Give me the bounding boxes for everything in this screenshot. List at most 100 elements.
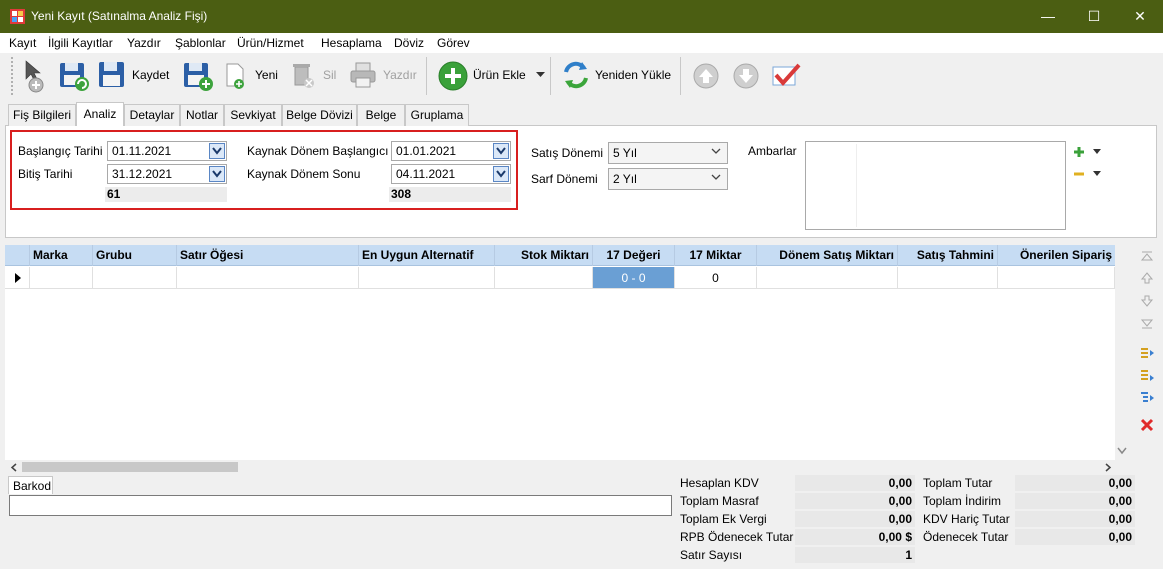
- toolbar-separator: [426, 57, 427, 95]
- column-satis-tahmini[interactable]: Satış Tahmini: [898, 245, 998, 266]
- menu-doviz[interactable]: Döviz: [394, 36, 424, 50]
- column-onerilen-siparis[interactable]: Önerilen Sipariş: [998, 245, 1115, 266]
- menu-gorev[interactable]: Görev: [437, 36, 470, 50]
- select-add-icon[interactable]: [22, 59, 48, 93]
- column-17-miktar[interactable]: 17 Miktar: [675, 245, 757, 266]
- grid-vertical-scrollbar[interactable]: [1115, 245, 1129, 460]
- column-stok-miktari[interactable]: Stok Miktarı: [495, 245, 593, 266]
- column-satir-ogesi[interactable]: Satır Öğesi: [177, 245, 359, 266]
- barkod-tab[interactable]: Barkod: [8, 476, 53, 494]
- column-en-uygun-alternatif[interactable]: En Uygun Alternatif: [359, 245, 495, 266]
- tab-sevkiyat[interactable]: Sevkiyat: [224, 104, 282, 126]
- yeniden-yukle-button[interactable]: Yeniden Yükle: [595, 68, 671, 82]
- approve-icon[interactable]: [771, 61, 803, 91]
- close-button[interactable]: ✕: [1117, 0, 1163, 33]
- cell-grubu[interactable]: [93, 267, 177, 289]
- bitis-tarihi-label: Bitiş Tarihi: [18, 167, 73, 181]
- tab-detaylar[interactable]: Detaylar: [124, 104, 180, 126]
- move-down-icon[interactable]: [732, 62, 760, 90]
- minimize-button[interactable]: —: [1025, 0, 1071, 33]
- chevron-down-icon[interactable]: [209, 143, 225, 159]
- row-indicator[interactable]: [5, 267, 30, 289]
- scroll-left-arrow-icon[interactable]: [10, 463, 18, 472]
- move-row-up-icon[interactable]: [1139, 270, 1155, 286]
- satis-donemi-select[interactable]: 5 Yıl: [608, 142, 728, 164]
- toplam-tutar-label: Toplam Tutar: [923, 476, 993, 490]
- horizontal-scroll-thumb[interactable]: [22, 462, 238, 472]
- reload-icon[interactable]: [562, 60, 590, 90]
- save-new-icon[interactable]: [182, 60, 214, 92]
- urun-ekle-dropdown-icon[interactable]: [536, 72, 545, 78]
- cell-17-degeri[interactable]: 0 - 0: [593, 267, 675, 289]
- save-refresh-icon[interactable]: [58, 60, 90, 92]
- yeni-button[interactable]: Yeni: [255, 68, 278, 82]
- menu-hesaplama[interactable]: Hesaplama: [321, 36, 382, 50]
- yazdir-button[interactable]: Yazdır: [383, 68, 417, 82]
- scroll-right-arrow-icon[interactable]: [1104, 463, 1112, 472]
- cell-17-miktar[interactable]: 0: [675, 267, 757, 289]
- chevron-down-icon[interactable]: [493, 143, 509, 159]
- satir-sayisi-label: Satır Sayısı: [680, 548, 743, 562]
- menu-yazdir[interactable]: Yazdır: [127, 36, 161, 50]
- move-last-icon[interactable]: [1139, 315, 1155, 331]
- menu-ilgili-kayitlar[interactable]: İlgili Kayıtlar: [48, 36, 113, 50]
- tab-gruplama[interactable]: Gruplama: [405, 104, 469, 126]
- grid-horizontal-scrollbar[interactable]: [5, 460, 1115, 474]
- tab-fis-bilgileri[interactable]: Fiş Bilgileri: [8, 104, 76, 126]
- scroll-down-arrow-icon[interactable]: [1117, 447, 1127, 455]
- remove-ambar-icon[interactable]: [1073, 168, 1085, 180]
- column-marka[interactable]: Marka: [30, 245, 93, 266]
- baslangic-tarihi-picker[interactable]: 01.11.2021: [107, 141, 227, 161]
- cell-onerilen-siparis[interactable]: [998, 267, 1115, 289]
- menu-urun-hizmet[interactable]: Ürün/Hizmet: [237, 36, 304, 50]
- move-row-down-icon[interactable]: [1139, 293, 1155, 309]
- urun-ekle-button[interactable]: Ürün Ekle: [473, 68, 526, 82]
- move-up-icon[interactable]: [692, 62, 720, 90]
- menu-kayit[interactable]: Kayıt: [9, 36, 36, 50]
- column-grubu[interactable]: Grubu: [93, 245, 177, 266]
- product-grid[interactable]: Marka Grubu Satır Öğesi En Uygun Alterna…: [5, 245, 1115, 460]
- cell-satir-ogesi[interactable]: [177, 267, 359, 289]
- kaynak-donem-baslangici-picker[interactable]: 01.01.2021: [391, 141, 511, 161]
- chevron-down-icon[interactable]: [209, 166, 225, 182]
- bitis-tarihi-picker[interactable]: 31.12.2021: [107, 164, 227, 184]
- insert-row-after-icon[interactable]: [1139, 367, 1155, 383]
- tab-belge[interactable]: Belge: [357, 104, 405, 126]
- add-ambar-dropdown-icon[interactable]: [1093, 149, 1101, 155]
- tab-analiz[interactable]: Analiz: [76, 102, 124, 126]
- sil-button[interactable]: Sil: [323, 68, 336, 82]
- chevron-down-icon[interactable]: [493, 166, 509, 182]
- toolbar-grip[interactable]: [11, 57, 14, 95]
- delete-icon[interactable]: [290, 61, 316, 89]
- chevron-down-icon: [711, 174, 721, 180]
- cell-satis-tahmini[interactable]: [898, 267, 998, 289]
- toplam-indirim-label: Toplam İndirim: [923, 494, 1002, 508]
- tab-notlar[interactable]: Notlar: [180, 104, 224, 126]
- insert-row-before-icon[interactable]: [1139, 345, 1155, 361]
- sarf-donemi-select[interactable]: 2 Yıl: [608, 168, 728, 190]
- cell-stok-miktari[interactable]: [495, 267, 593, 289]
- delete-row-icon[interactable]: [1139, 417, 1155, 433]
- ambarlar-list[interactable]: [805, 141, 1066, 230]
- cell-en-uygun-alternatif[interactable]: [359, 267, 495, 289]
- window-title: Yeni Kayıt (Satınalma Analiz Fişi): [31, 9, 208, 23]
- tab-belge-dovizi[interactable]: Belge Dövizi: [282, 104, 357, 126]
- cell-donem-satis-miktari[interactable]: [757, 267, 898, 289]
- new-document-icon[interactable]: [224, 62, 248, 90]
- add-product-icon[interactable]: [437, 60, 469, 92]
- maximize-button[interactable]: ☐: [1071, 0, 1117, 33]
- column-donem-satis-miktari[interactable]: Dönem Satış Miktarı: [757, 245, 898, 266]
- kaydet-button[interactable]: Kaydet: [132, 68, 169, 82]
- cell-marka[interactable]: [30, 267, 93, 289]
- column-17-degeri[interactable]: 17 Değeri: [593, 245, 675, 266]
- kaynak-donem-sonu-picker[interactable]: 04.11.2021: [391, 164, 511, 184]
- menu-sablonlar[interactable]: Şablonlar: [175, 36, 226, 50]
- chevron-down-icon: [711, 148, 721, 154]
- add-ambar-icon[interactable]: [1073, 146, 1085, 158]
- save-icon[interactable]: [98, 61, 126, 89]
- barkod-input[interactable]: [9, 495, 672, 516]
- move-first-icon[interactable]: [1139, 249, 1155, 265]
- remove-ambar-dropdown-icon[interactable]: [1093, 171, 1101, 177]
- printer-icon[interactable]: [348, 61, 378, 89]
- insert-subrow-icon[interactable]: [1139, 389, 1155, 405]
